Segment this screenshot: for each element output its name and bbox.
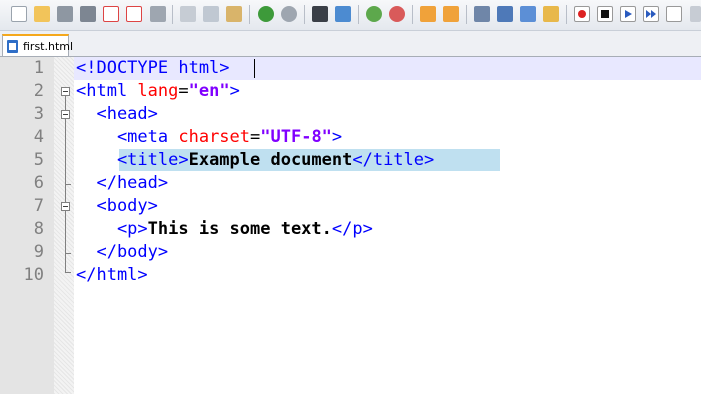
replace-icon[interactable]	[335, 6, 351, 22]
save-icon[interactable]	[57, 6, 73, 22]
code-token-tag: </title>	[352, 150, 435, 170]
code-line[interactable]: <body>	[76, 195, 158, 218]
code-token-tag: >	[229, 81, 240, 101]
indent-guide-icon[interactable]	[520, 6, 536, 22]
paste-icon[interactable]	[226, 6, 242, 22]
code-token-tag: </html>	[76, 265, 148, 285]
close-icon[interactable]	[103, 6, 119, 22]
print-icon[interactable]	[150, 6, 166, 22]
fold-margin	[54, 57, 74, 394]
run-macro-multiple-icon[interactable]	[643, 6, 659, 22]
code-token-attr: charset	[178, 127, 251, 147]
fold-toggle-body-icon[interactable]	[61, 202, 70, 211]
code-token-val: "en"	[188, 81, 230, 101]
code-line[interactable]: </head>	[76, 172, 168, 195]
line-number: 3	[33, 104, 44, 124]
find-icon[interactable]	[312, 6, 328, 22]
stop-macro-icon[interactable]	[597, 6, 613, 22]
code-token-tag: </p>	[331, 219, 373, 239]
cut-icon[interactable]	[180, 6, 196, 22]
code-line[interactable]: <p>This is some text.</p>	[76, 218, 373, 241]
code-token-tag: <head>	[76, 104, 158, 124]
code-token-tag: >	[331, 127, 343, 147]
code-token-tag: <html	[76, 81, 138, 101]
line-number: 10	[23, 265, 44, 285]
line-number: 1	[33, 58, 44, 78]
code-token-tag: <p>	[76, 219, 148, 239]
zoom-in-icon[interactable]	[366, 6, 382, 22]
code-token-tag: </body>	[76, 242, 169, 262]
code-line[interactable]: </html>	[76, 264, 148, 287]
new-file-icon[interactable]	[11, 6, 27, 22]
close-all-icon[interactable]	[126, 6, 142, 22]
code-line[interactable]: <meta charset="UTF-8">	[76, 126, 342, 149]
word-wrap-icon[interactable]	[474, 6, 490, 22]
tab-label: first.html	[23, 40, 74, 53]
save-macro-icon[interactable]	[666, 6, 682, 22]
fold-end-marker	[65, 253, 71, 254]
redo-icon[interactable]	[281, 6, 297, 22]
fold-line	[65, 211, 66, 272]
code-token-tag: </head>	[76, 173, 169, 193]
line-number: 5	[33, 150, 44, 170]
code-token-eq: =	[178, 81, 189, 101]
fold-line	[65, 187, 66, 202]
code-line[interactable]: <html lang="en">	[76, 80, 240, 103]
toolbar	[0, 0, 701, 31]
zoom-out-icon[interactable]	[389, 6, 405, 22]
code-line[interactable]: <head>	[76, 103, 158, 126]
play-macro-icon[interactable]	[620, 6, 636, 22]
code-token-tag: <title>	[76, 150, 189, 170]
fold-toggle-html-icon[interactable]	[61, 87, 70, 96]
line-number: 6	[33, 173, 44, 193]
show-all-chars-icon[interactable]	[497, 6, 513, 22]
tab-bar: first.html	[0, 31, 701, 57]
line-number: 8	[33, 219, 44, 239]
undo-icon[interactable]	[258, 6, 274, 22]
fold-line	[65, 96, 66, 110]
code-token-tag: <!DOCTYPE html>	[76, 58, 230, 78]
record-macro-icon[interactable]	[574, 6, 590, 22]
sync-vertical-icon[interactable]	[420, 6, 436, 22]
code-token-txt: Example document	[188, 150, 353, 170]
line-number: 9	[33, 242, 44, 262]
fold-toggle-head-icon[interactable]	[61, 110, 70, 119]
code-token-tag: <meta	[76, 127, 179, 147]
save-all-icon[interactable]	[80, 6, 96, 22]
code-line[interactable]: <!DOCTYPE html>	[76, 57, 230, 80]
copy-icon[interactable]	[203, 6, 219, 22]
file-icon	[7, 40, 18, 53]
code-editor[interactable]: 1 2 3 4 5 6 7 8 9 10 <!DOCTYPE html> <ht…	[0, 57, 701, 394]
toolbar-overflow-icon[interactable]	[690, 6, 701, 22]
fold-end-marker	[65, 184, 71, 185]
code-token-attr: lang	[137, 81, 179, 101]
code-token-eq: =	[250, 127, 261, 147]
open-file-icon[interactable]	[34, 6, 50, 22]
line-number: 2	[33, 81, 44, 101]
line-number: 4	[33, 127, 44, 147]
code-token-tag: <body>	[76, 196, 158, 216]
tab-first-html[interactable]: first.html	[2, 34, 73, 56]
doc-map-icon[interactable]	[543, 6, 559, 22]
fold-end-marker	[65, 272, 71, 273]
text-caret	[254, 59, 255, 78]
line-number: 7	[33, 196, 44, 216]
code-token-txt: This is some text.	[147, 219, 332, 239]
fold-line	[65, 119, 66, 187]
code-line[interactable]: </body>	[76, 241, 168, 264]
code-line[interactable]: <title>Example document</title>	[76, 149, 434, 172]
code-token-val: "UTF-8"	[260, 127, 332, 147]
sync-horizontal-icon[interactable]	[443, 6, 459, 22]
